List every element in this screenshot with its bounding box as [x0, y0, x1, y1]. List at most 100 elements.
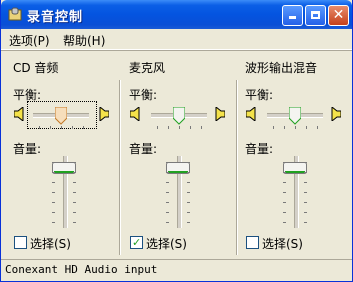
window-title: 录音控制 [27, 10, 84, 25]
slider-tick [201, 126, 202, 129]
select-label: 选择(S) [30, 237, 71, 251]
slider-tick [73, 202, 76, 203]
volume-slider[interactable] [275, 156, 315, 228]
balance-label: 平衡: [245, 88, 274, 102]
volume-label: 音量: [129, 142, 158, 156]
title-bar[interactable]: 录音控制 ✕ [1, 0, 352, 29]
balance-slider[interactable] [151, 107, 207, 129]
balance-label: 平衡: [129, 88, 158, 102]
channel-cd-audio: CD 音频 平衡: 音量: 选择(S) [1, 50, 119, 255]
slider-tick [187, 202, 190, 203]
maximize-icon [311, 11, 320, 19]
slider-tick [166, 192, 169, 193]
slider-tick [73, 222, 76, 223]
select-label: 选择(S) [262, 237, 303, 251]
slider-tick [187, 192, 190, 193]
slider-tick [273, 126, 274, 129]
slider-tick [306, 126, 307, 129]
microphone-icon [8, 7, 22, 21]
speaker-left-icon [14, 107, 24, 121]
slider-tick [304, 222, 307, 223]
slider-tick [283, 222, 286, 223]
slider-tick [283, 212, 286, 213]
slider-tick [304, 172, 307, 173]
slider-tick [187, 222, 190, 223]
recording-control-window: 录音控制 ✕ 选项(P) 帮助(H) CD 音频 平衡: 音量: 选择(S) 麦… [0, 0, 353, 282]
slider-tick [190, 126, 191, 129]
slider-tick [304, 192, 307, 193]
slider-tick [304, 212, 307, 213]
slider-tick [166, 222, 169, 223]
slider-tick [283, 192, 286, 193]
slider-tick [83, 126, 84, 129]
speaker-left-icon [246, 107, 256, 121]
slider-tick [157, 126, 158, 129]
slider-tick [283, 172, 286, 173]
volume-label: 音量: [245, 142, 274, 156]
status-text: Conexant HD Audio input [5, 263, 158, 276]
slider-tick [304, 162, 307, 163]
slider-tick [52, 212, 55, 213]
slider-thumb[interactable] [55, 107, 67, 125]
slider-tick [187, 182, 190, 183]
slider-tick [283, 182, 286, 183]
slider-tick [284, 126, 285, 129]
slider-tick [304, 182, 307, 183]
slider-tick [168, 126, 169, 129]
slider-tick [72, 126, 73, 129]
slider-tick [52, 172, 55, 173]
volume-label: 音量: [13, 142, 42, 156]
channel-microphone: 麦克风 平衡: 音量: ✓ 选择(S) [121, 50, 236, 255]
slider-thumb[interactable] [289, 107, 301, 125]
slider-tick [304, 202, 307, 203]
checkmark-icon: ✓ [132, 236, 142, 249]
slider-tick [166, 202, 169, 203]
minimize-icon [289, 16, 296, 19]
slider-tick [283, 202, 286, 203]
slider-tick [52, 202, 55, 203]
slider-tick [52, 192, 55, 193]
volume-slider[interactable] [158, 156, 198, 228]
slider-tick [166, 172, 169, 173]
speaker-right-icon [215, 107, 225, 121]
slider-tick [166, 162, 169, 163]
menu-help[interactable]: 帮助(H) [63, 32, 105, 49]
slider-thumb[interactable] [173, 107, 185, 125]
slider-tick [73, 192, 76, 193]
slider-tick [187, 212, 190, 213]
volume-slider[interactable] [44, 156, 84, 228]
slider-tick [61, 126, 62, 129]
slider-tick [73, 172, 76, 173]
slider-tick [52, 222, 55, 223]
channel-title: 波形输出混音 [245, 61, 318, 75]
slider-tick [295, 126, 296, 129]
select-label: 选择(S) [146, 237, 187, 251]
slider-tick [317, 126, 318, 129]
close-button[interactable]: ✕ [328, 5, 349, 26]
slider-tick [187, 172, 190, 173]
channel-title: CD 音频 [13, 61, 59, 75]
maximize-button[interactable] [305, 5, 326, 26]
slider-tick [52, 182, 55, 183]
menu-bar: 选项(P) 帮助(H) [1, 29, 352, 50]
speaker-right-icon [331, 107, 341, 121]
slider-tick [73, 182, 76, 183]
close-icon: ✕ [332, 7, 345, 23]
channel-title: 麦克风 [129, 61, 166, 75]
speaker-right-icon [99, 107, 109, 121]
balance-slider[interactable] [33, 107, 89, 129]
slider-tick [166, 182, 169, 183]
balance-slider[interactable] [267, 107, 323, 129]
channel-wave-out-mix: 波形输出混音 平衡: 音量: 选择(S) [238, 50, 352, 255]
select-checkbox[interactable]: ✓ [130, 236, 143, 249]
slider-tick [73, 162, 76, 163]
slider-tick [283, 162, 286, 163]
slider-tick [166, 212, 169, 213]
status-bar: Conexant HD Audio input [1, 259, 352, 281]
menu-options[interactable]: 选项(P) [9, 32, 50, 49]
slider-tick [179, 126, 180, 129]
slider-tick [52, 162, 55, 163]
minimize-button[interactable] [282, 5, 303, 26]
select-checkbox[interactable] [14, 236, 27, 249]
select-checkbox[interactable] [246, 236, 259, 249]
